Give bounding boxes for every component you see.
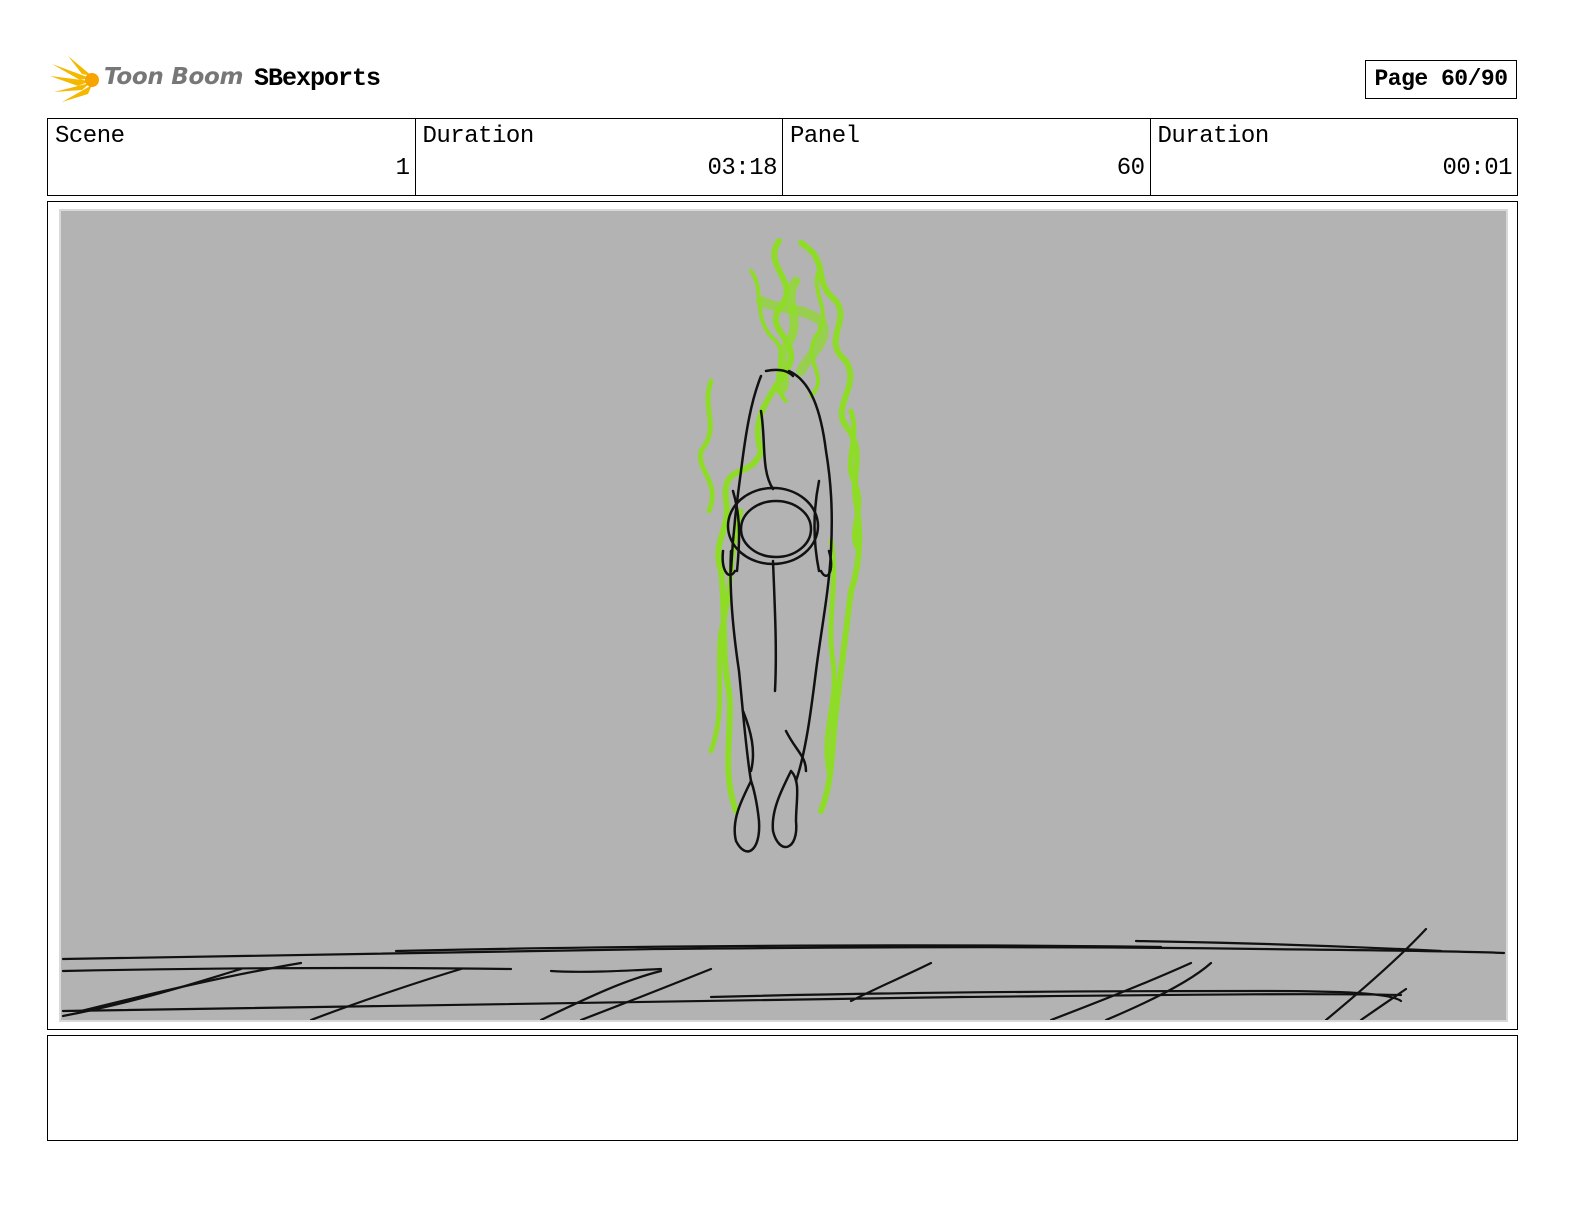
scene-duration-value: 03:18 <box>707 155 777 182</box>
panel-duration-label: Duration <box>1157 123 1270 150</box>
panel-duration-cell: Duration 00:01 <box>1151 119 1518 195</box>
scene-value: 1 <box>395 155 410 182</box>
green-aura <box>697 238 863 814</box>
floor-grid <box>61 927 1506 1020</box>
project-title: SBexports <box>254 64 381 93</box>
panel-notes-box <box>47 1035 1518 1141</box>
scene-duration-label: Duration <box>422 123 535 150</box>
panel-duration-value: 00:01 <box>1442 155 1512 182</box>
scene-duration-cell: Duration 03:18 <box>416 119 783 195</box>
scene-label: Scene <box>55 123 125 150</box>
panel-sketch <box>61 238 1506 1020</box>
scene-cell: Scene 1 <box>48 119 416 195</box>
figure-sketch <box>721 368 834 853</box>
scene-info-table: Scene 1 Duration 03:18 Panel 60 Duration… <box>47 118 1518 196</box>
storyboard-panel-image <box>59 209 1508 1022</box>
panel-label: Panel <box>790 123 860 150</box>
panel-value: 60 <box>1116 155 1145 182</box>
logo-wordmark: Toon Boom <box>104 64 244 90</box>
page-indicator: Page 60/90 <box>1365 60 1517 99</box>
panel-cell: Panel 60 <box>783 119 1151 195</box>
